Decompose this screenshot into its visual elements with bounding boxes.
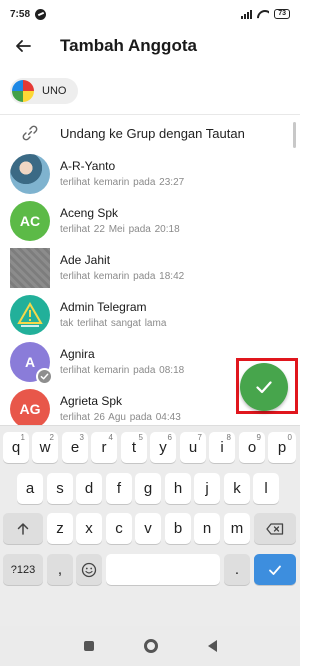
comma-key[interactable]: , (47, 554, 73, 585)
key[interactable]: z (47, 513, 73, 544)
contact-name: Agrieta Spk (60, 394, 123, 408)
contact-row[interactable]: Admin Telegram tak terlihat sangat lama (0, 291, 300, 338)
check-icon (269, 565, 281, 575)
space-key[interactable] (106, 554, 220, 585)
contact-name: A-R-Yanto (60, 159, 116, 173)
key[interactable]: x (76, 513, 102, 544)
period-key[interactable]: . (224, 554, 250, 585)
symbols-key[interactable]: ?123 (3, 554, 43, 585)
contact-status: tak terlihat sangat lama (60, 318, 167, 329)
back-triangle-icon[interactable] (207, 640, 217, 652)
key[interactable]: a (17, 473, 43, 504)
key[interactable]: k (224, 473, 250, 504)
contact-name: Agnira (60, 347, 95, 361)
invite-link-row[interactable]: Undang ke Grup dengan Tautan (0, 116, 300, 150)
key[interactable]: d (76, 473, 102, 504)
recents-icon[interactable] (83, 641, 94, 651)
emoji-key[interactable] (76, 554, 102, 585)
divider (0, 114, 300, 115)
emoji-icon (81, 562, 97, 577)
key[interactable]: y6 (150, 432, 176, 463)
contact-row[interactable]: A-R-Yanto terlihat kemarin pada 23:27 (0, 150, 300, 197)
messenger-notification-icon (35, 8, 47, 20)
contact-status: terlihat kemarin pada 18:42 (60, 271, 185, 282)
avatar-initials: A (24, 353, 36, 370)
status-bar: 7:58 73 (0, 0, 300, 28)
backspace-key[interactable] (254, 513, 296, 544)
contact-row[interactable]: AC Aceng Spk terlihat 22 Mei pada 20:18 (0, 197, 300, 244)
system-navigation-bar (0, 626, 300, 666)
contact-row[interactable]: Ade Jahit terlihat kemarin pada 18:42 (0, 244, 300, 291)
status-time: 7:58 (10, 8, 31, 20)
key[interactable]: n (194, 513, 220, 544)
selected-member-chip[interactable]: UNO (10, 78, 79, 104)
key[interactable]: i8 (209, 432, 235, 463)
enter-key[interactable] (254, 554, 296, 585)
key[interactable]: p0 (268, 432, 296, 463)
selected-check-icon (36, 367, 53, 385)
page-title: Tambah Anggota (60, 36, 197, 55)
app-bar: Tambah Anggota (0, 28, 300, 64)
backspace-icon (266, 522, 284, 535)
avatar (10, 294, 50, 335)
warning-logo-icon (17, 301, 43, 327)
status-icons: 73 (241, 9, 290, 19)
avatar: AC (10, 200, 50, 241)
contact-status: terlihat kemarin pada 23:27 (60, 177, 185, 188)
key[interactable]: w2 (32, 432, 58, 463)
key[interactable]: c (106, 513, 132, 544)
key[interactable]: v (135, 513, 161, 544)
check-icon (256, 381, 272, 394)
arrow-left-icon (16, 40, 31, 52)
key[interactable]: s (47, 473, 73, 504)
avatar (10, 153, 50, 194)
key[interactable]: e3 (62, 432, 88, 463)
shift-arrow-icon (17, 522, 29, 535)
key[interactable]: g (135, 473, 161, 504)
battery-icon: 73 (274, 9, 290, 19)
key[interactable]: j (194, 473, 220, 504)
contact-status: terlihat 26 Agu pada 04:43 (60, 412, 181, 423)
shift-key[interactable] (3, 513, 43, 544)
key[interactable]: o9 (239, 432, 265, 463)
key[interactable]: l (253, 473, 279, 504)
contact-status: terlihat 22 Mei pada 20:18 (60, 224, 180, 235)
key[interactable]: q1 (3, 432, 29, 463)
on-screen-keyboard: q1 w2 e3 r4 t5 y6 u7 i8 o9 p0 a s d f g … (0, 425, 300, 626)
home-icon[interactable] (143, 639, 158, 653)
key[interactable]: r4 (91, 432, 117, 463)
done-button[interactable] (240, 363, 288, 411)
key[interactable]: u7 (180, 432, 206, 463)
back-button[interactable] (0, 28, 46, 64)
chip-label: UNO (42, 85, 67, 97)
key[interactable]: t5 (121, 432, 147, 463)
avatar: A (10, 341, 53, 385)
link-icon (0, 124, 60, 142)
key[interactable]: m (224, 513, 250, 544)
invite-link-label: Undang ke Grup dengan Tautan (60, 125, 245, 141)
contact-name: Ade Jahit (60, 253, 111, 267)
contact-status: terlihat kemarin pada 08:18 (60, 365, 185, 376)
chip-avatar (12, 80, 34, 102)
avatar-initials: AC (19, 212, 41, 229)
avatar-initials: AG (19, 400, 41, 417)
key[interactable]: b (165, 513, 191, 544)
signal-icon (241, 9, 253, 19)
scrollbar[interactable] (293, 122, 296, 148)
avatar (10, 247, 50, 288)
contact-name: Admin Telegram (60, 300, 147, 314)
contact-name: Aceng Spk (60, 206, 119, 220)
key[interactable]: h (165, 473, 191, 504)
avatar: AG (10, 388, 50, 429)
key[interactable]: f (106, 473, 132, 504)
wifi-icon (257, 10, 269, 19)
